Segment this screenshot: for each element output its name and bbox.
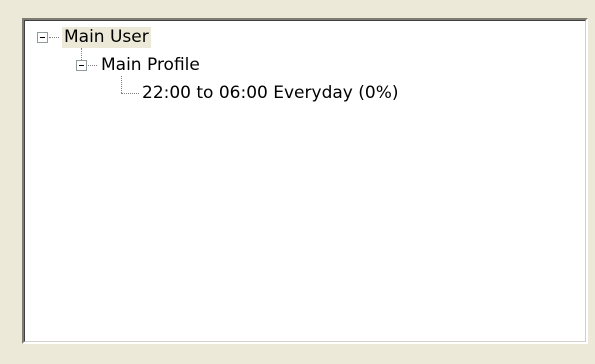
profile-child-connector-line	[121, 76, 122, 93]
profile-collapse-toggle-icon[interactable]	[76, 60, 87, 71]
tree-node-main-profile[interactable]: Main Profile	[99, 55, 202, 76]
tree-view[interactable]: Main User Main Profile 22:00 to 06:00 Ev…	[22, 18, 588, 344]
schedule-connector-line	[121, 93, 139, 94]
profile-connector-line	[88, 65, 97, 66]
root-child-connector-line	[81, 48, 82, 60]
tree-node-main-user[interactable]: Main User	[62, 27, 151, 48]
root-collapse-toggle-icon[interactable]	[37, 32, 48, 43]
root-connector-line	[49, 37, 59, 38]
tree-node-schedule[interactable]: 22:00 to 06:00 Everyday (0%)	[140, 83, 400, 104]
